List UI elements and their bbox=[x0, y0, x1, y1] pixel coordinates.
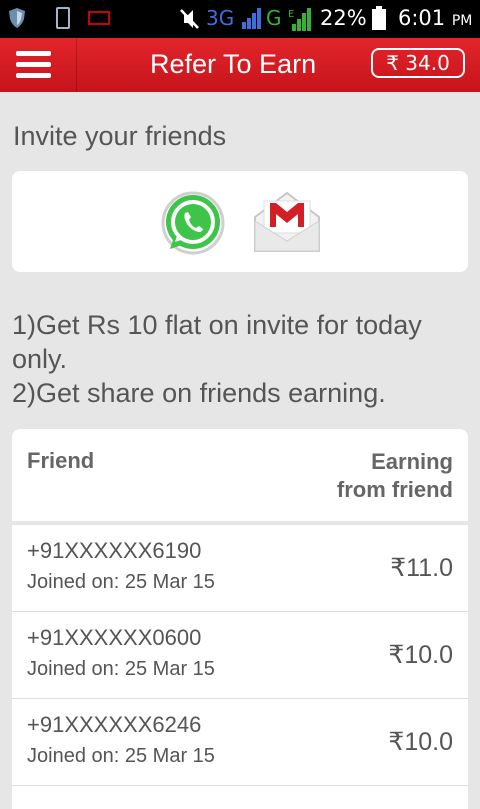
offer-line-2: 2)Get share on friends earning. bbox=[12, 378, 386, 408]
table-header: Friend Earning from friend bbox=[12, 429, 468, 525]
friend-joined-date: Joined on: 25 Mar 15 bbox=[27, 658, 215, 680]
battery-icon bbox=[372, 6, 386, 30]
hamburger-icon-line bbox=[16, 73, 51, 78]
column-header-friend: Friend bbox=[27, 448, 95, 473]
status-bar: 3G G E 22% 6:01 PM bbox=[0, 0, 480, 38]
share-card bbox=[12, 171, 468, 272]
column-header-earning-line1: Earning bbox=[371, 449, 453, 474]
hamburger-icon-line bbox=[16, 62, 51, 67]
app-bar: Refer To Earn ₹ 34.0 bbox=[0, 38, 480, 92]
wallet-balance-button[interactable]: ₹ 34.0 bbox=[371, 48, 465, 78]
clock-time: 6:01 bbox=[398, 6, 446, 30]
invite-heading: Invite your friends bbox=[13, 121, 227, 151]
friends-table: Friend Earning from friend +91XXXXXX6190… bbox=[12, 429, 468, 809]
hamburger-icon bbox=[16, 51, 51, 56]
friend-earning: ₹10.0 bbox=[388, 641, 453, 669]
friend-earning: ₹11.0 bbox=[390, 554, 453, 582]
friend-phone: +91XXXXXX6246 bbox=[27, 712, 202, 737]
whatsapp-icon[interactable] bbox=[158, 187, 228, 257]
signal-e-icon: E bbox=[288, 8, 311, 31]
battery-alert-icon bbox=[88, 11, 110, 25]
svg-text:E: E bbox=[288, 9, 294, 20]
clock-ampm: PM bbox=[451, 13, 473, 29]
clock: 6:01 PM bbox=[398, 6, 472, 30]
offer-line-1: 1)Get Rs 10 flat on invite for today onl… bbox=[12, 310, 422, 374]
gmail-icon[interactable] bbox=[252, 187, 322, 257]
table-row: +91XXXXXX6190 Joined on: 25 Mar 15 ₹11.0 bbox=[12, 525, 468, 612]
page-title: Refer To Earn bbox=[150, 49, 317, 79]
network-3g-label: 3G bbox=[206, 6, 235, 30]
shield-icon bbox=[9, 8, 25, 28]
friend-joined-date: Joined on: 25 Mar 15 bbox=[27, 571, 215, 593]
friend-joined-date: Joined on: 25 Mar 15 bbox=[27, 745, 215, 767]
table-row: +91XXXXXX6246 Joined on: 25 Mar 15 ₹10.0 bbox=[12, 699, 468, 786]
table-row: +91XXXXXX0600 Joined on: 25 Mar 15 ₹10.0 bbox=[12, 612, 468, 699]
mute-icon bbox=[180, 9, 199, 29]
friend-phone: +91XXXXXX6190 bbox=[27, 538, 202, 563]
friend-earning: ₹10.0 bbox=[388, 728, 453, 756]
menu-button[interactable] bbox=[0, 38, 77, 92]
signal-icon bbox=[242, 8, 261, 29]
offer-text: 1)Get Rs 10 flat on invite for today onl… bbox=[12, 308, 474, 410]
column-header-earning-line2: from friend bbox=[336, 477, 453, 502]
column-header-earning: Earning from friend bbox=[253, 448, 453, 504]
network-g-label: G bbox=[266, 6, 282, 30]
friend-phone: +91XXXXXX0600 bbox=[27, 625, 202, 650]
battery-percent: 22% bbox=[320, 6, 367, 30]
phone-icon bbox=[56, 7, 70, 29]
